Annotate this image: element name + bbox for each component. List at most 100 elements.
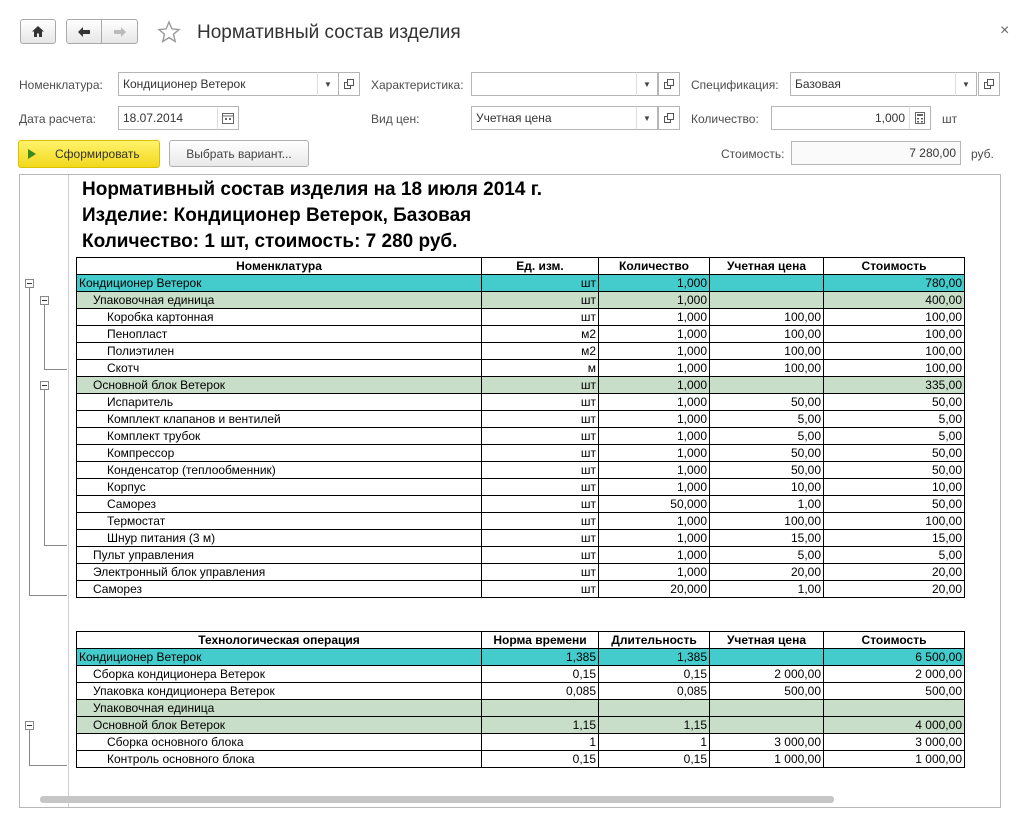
select-variant-button[interactable]: Выбрать вариант... [169, 140, 309, 167]
materials-cell-cost: 400,00 [823, 291, 965, 309]
materials-row[interactable]: Коробка картонная шт 1,000 100,00 100,00 [76, 308, 965, 326]
operations-row[interactable]: Сборка основного блока 1 1 3 000,00 3 000,00 [76, 733, 965, 751]
back-button[interactable] [66, 19, 102, 44]
materials-row[interactable]: Корпус шт 1,000 10,00 10,00 [76, 478, 965, 496]
materials-cell-cost: 335,00 [823, 376, 965, 394]
materials-cell-price [709, 274, 824, 292]
materials-row[interactable]: Конденсатор (теплообменник) шт 1,000 50,00 5… [76, 461, 965, 479]
operations-column-header: Учетная цена [709, 631, 824, 649]
materials-cell-price: 20,00 [709, 563, 824, 581]
materials-row[interactable]: Саморез шт 50,000 1,00 50,00 [76, 495, 965, 513]
materials-cell-name: Комплект трубок [76, 427, 482, 445]
materials-cell-qty: 1,000 [598, 478, 710, 496]
materials-cell-unit: м2 [481, 325, 599, 343]
operations-cell-norm [481, 699, 599, 717]
materials-row[interactable]: Шнур питания (3 м) шт 1,000 15,00 15,00 [76, 529, 965, 547]
materials-cell-price: 5,00 [709, 410, 824, 428]
specification-open-button[interactable] [978, 72, 1000, 96]
materials-cell-name: Электронный блок управления [76, 563, 482, 581]
materials-cell-price: 5,00 [709, 546, 824, 564]
nomenclature-label: Номенклатура: [19, 78, 103, 92]
materials-row[interactable]: Компрессор шт 1,000 50,00 50,00 [76, 444, 965, 462]
materials-cell-qty: 1,000 [598, 342, 710, 360]
materials-row[interactable]: Упаковочная единица шт 1,000 400,00 [76, 291, 965, 309]
materials-row[interactable]: Комплект клапанов и вентилей шт 1,000 5,00 5… [76, 410, 965, 428]
home-button[interactable] [20, 19, 56, 44]
chevron-down-icon: ▼ [643, 113, 651, 123]
operations-cell-name: Упаковочная единица [76, 699, 482, 717]
operations-cell-cost: 6 500,00 [823, 648, 965, 666]
materials-cell-cost: 5,00 [823, 410, 965, 428]
materials-row[interactable]: Комплект трубок шт 1,000 5,00 5,00 [76, 427, 965, 445]
operations-row[interactable]: Сборка кондиционера Ветерок 0,15 0,15 2 000… [76, 665, 965, 683]
specification-field[interactable]: Базовая [790, 72, 956, 96]
quantity-calculator-button[interactable] [909, 106, 931, 130]
materials-cell-unit: шт [481, 444, 599, 462]
materials-cell-qty: 1,000 [598, 291, 710, 309]
collapse-group-toggle[interactable] [40, 296, 49, 305]
price-type-field[interactable]: Учетная цена [471, 106, 637, 130]
collapse-group-toggle[interactable] [25, 279, 34, 288]
materials-cell-name: Полиэтилен [76, 342, 482, 360]
characteristic-dropdown[interactable]: ▼ [636, 72, 658, 96]
close-icon[interactable]: × [1000, 22, 1009, 40]
calendar-icon [222, 112, 234, 124]
materials-cell-price: 1,00 [709, 580, 824, 598]
materials-cell-price: 100,00 [709, 359, 824, 377]
generate-button[interactable]: Сформировать [18, 140, 160, 168]
materials-cell-cost: 50,00 [823, 495, 965, 513]
materials-cell-qty: 1,000 [598, 359, 710, 377]
operations-cell-price [709, 716, 824, 734]
operations-row[interactable]: Упаковка кондиционера Ветерок 0,085 0,085 5… [76, 682, 965, 700]
collapse-group-toggle[interactable] [25, 721, 34, 730]
characteristic-label: Характеристика: [371, 78, 464, 92]
materials-row[interactable]: Пульт управления шт 1,000 5,00 5,00 [76, 546, 965, 564]
operations-cell-norm: 1,385 [481, 648, 599, 666]
calculator-icon [915, 112, 925, 124]
materials-row[interactable]: Испаритель шт 1,000 50,00 50,00 [76, 393, 965, 411]
characteristic-field[interactable] [471, 72, 637, 96]
quantity-field[interactable]: 1,000 [771, 106, 910, 130]
operations-cell-dur: 0,15 [598, 750, 710, 768]
collapse-group-toggle[interactable] [40, 381, 49, 390]
materials-cell-cost: 5,00 [823, 546, 965, 564]
materials-cell-name: Упаковочная единица [76, 291, 482, 309]
date-label: Дата расчета: [19, 112, 97, 126]
materials-row[interactable]: Электронный блок управления шт 1,000 20,00 2… [76, 563, 965, 581]
operations-cell-cost [823, 699, 965, 717]
materials-cell-name: Скотч [76, 359, 482, 377]
operations-column-header: Технологическая операция [76, 631, 482, 649]
nomenclature-open-button[interactable] [338, 72, 360, 96]
materials-row[interactable]: Основной блок Ветерок шт 1,000 335,00 [76, 376, 965, 394]
materials-row[interactable]: Саморез шт 20,000 1,00 20,00 [76, 580, 965, 598]
calendar-button[interactable] [217, 106, 239, 130]
materials-cell-name: Шнур питания (3 м) [76, 529, 482, 547]
characteristic-open-button[interactable] [658, 72, 680, 96]
price-type-open-button[interactable] [658, 106, 680, 130]
horizontal-scrollbar[interactable] [19, 795, 1001, 803]
forward-button[interactable] [101, 19, 138, 44]
materials-cell-price: 100,00 [709, 342, 824, 360]
materials-cell-price: 15,00 [709, 529, 824, 547]
operations-row[interactable]: Упаковочная единица [76, 699, 965, 717]
report-area[interactable]: Нормативный состав изделия на 18 июля 20… [19, 174, 1001, 808]
nomenclature-dropdown[interactable]: ▼ [317, 72, 339, 96]
operations-row[interactable]: Контроль основного блока 0,15 0,15 1 000,00… [76, 750, 965, 768]
price-type-dropdown[interactable]: ▼ [636, 106, 658, 130]
operations-cell-name: Контроль основного блока [76, 750, 482, 768]
materials-cell-name: Коробка картонная [76, 308, 482, 326]
materials-row[interactable]: Полиэтилен м2 1,000 100,00 100,00 [76, 342, 965, 360]
operations-row[interactable]: Кондиционер Ветерок 1,385 1,385 6 500,00 [76, 648, 965, 666]
materials-row[interactable]: Пенопласт м2 1,000 100,00 100,00 [76, 325, 965, 343]
materials-cell-name: Пульт управления [76, 546, 482, 564]
cost-label: Стоимость: [721, 147, 785, 161]
materials-row[interactable]: Термостат шт 1,000 100,00 100,00 [76, 512, 965, 530]
materials-row[interactable]: Кондиционер Ветерок шт 1,000 780,00 [76, 274, 965, 292]
specification-dropdown[interactable]: ▼ [955, 72, 977, 96]
operations-row[interactable]: Основной блок Ветерок 1,15 1,15 4 000,00 [76, 716, 965, 734]
date-field[interactable]: 18.07.2014 [118, 106, 218, 130]
nomenclature-field[interactable]: Кондиционер Ветерок [118, 72, 318, 96]
materials-row[interactable]: Скотч м 1,000 100,00 100,00 [76, 359, 965, 377]
scrollbar-thumb[interactable] [40, 796, 834, 803]
star-icon[interactable] [157, 20, 181, 44]
